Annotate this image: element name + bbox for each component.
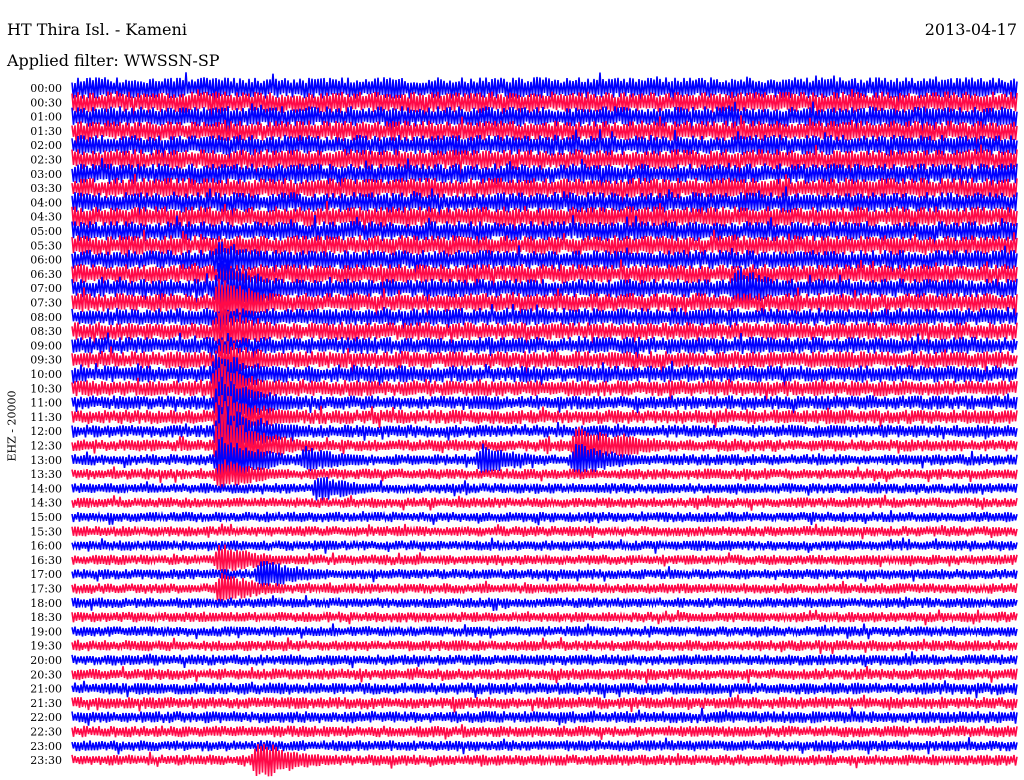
row-time-label: 20:30	[30, 668, 62, 681]
row-time-label: 21:00	[30, 683, 62, 696]
row-time-label: 11:30	[30, 411, 62, 424]
row-time-label: 23:00	[30, 740, 62, 753]
row-time-label: 14:00	[30, 482, 62, 495]
row-time-label: 00:30	[30, 96, 62, 109]
row-time-label: 16:00	[30, 540, 62, 553]
row-time-label: 17:00	[30, 568, 62, 581]
trace-line	[71, 494, 1018, 511]
row-time-label: 06:00	[30, 254, 62, 267]
row-time-label: 00:00	[30, 82, 62, 95]
row-time-label: 04:00	[30, 196, 62, 209]
row-time-label: 08:00	[30, 311, 62, 324]
trace-line	[71, 724, 1018, 740]
row-time-label: 13:30	[30, 468, 62, 481]
trace-line	[71, 609, 1018, 626]
trace-line	[71, 665, 1018, 684]
row-time-label: 12:30	[30, 440, 62, 453]
row-time-label: 16:30	[30, 554, 62, 567]
trace-line	[71, 510, 1018, 526]
row-time-label: 10:30	[30, 382, 62, 395]
trace-line	[71, 595, 1018, 611]
row-time-label: 03:30	[30, 182, 62, 195]
row-time-label: 03:00	[30, 168, 62, 181]
row-time-label: 15:30	[30, 525, 62, 538]
trace-line	[71, 623, 1018, 640]
row-time-label: 20:00	[30, 654, 62, 667]
row-time-label: 06:30	[30, 268, 62, 281]
row-time-label: 18:30	[30, 611, 62, 624]
trace-line	[71, 737, 1018, 755]
row-time-label: 07:30	[30, 297, 62, 310]
row-time-label: 13:00	[30, 454, 62, 467]
row-time-label: 10:00	[30, 368, 62, 381]
row-time-label: 04:30	[30, 211, 62, 224]
row-time-label: 07:00	[30, 282, 62, 295]
trace-line	[71, 537, 1018, 554]
helicorder-plot: 00:0000:30 01:0001:3002:00 02:3003:0003:30…	[30, 72, 1018, 777]
row-time-label: 19:30	[30, 640, 62, 653]
row-time-label: 05:30	[30, 239, 62, 252]
row-time-label: 09:00	[30, 339, 62, 352]
trace-line	[71, 523, 1018, 540]
row-time-label: 19:00	[30, 625, 62, 638]
row-time-label: 11:00	[30, 397, 62, 410]
row-time-label: 01:30	[30, 125, 62, 138]
row-time-label: 02:30	[30, 154, 62, 167]
row-time-label: 02:00	[30, 139, 62, 152]
trace-line	[71, 637, 1018, 655]
row-time-label: 17:30	[30, 583, 62, 596]
row-time-label: 18:00	[30, 597, 62, 610]
row-time-label: 08:30	[30, 325, 62, 338]
trace-line	[71, 707, 1018, 726]
row-time-label: 15:00	[30, 511, 62, 524]
row-time-label: 22:00	[30, 711, 62, 724]
row-time-label: 05:00	[30, 225, 62, 238]
row-time-label: 21:30	[30, 697, 62, 710]
row-time-label: 23:30	[30, 754, 62, 767]
trace-line	[71, 680, 1018, 699]
row-time-label: 22:30	[30, 726, 62, 739]
trace-line	[71, 694, 1018, 713]
row-time-label: 14:30	[30, 497, 62, 510]
row-time-label: 09:30	[30, 354, 62, 367]
trace-line	[71, 651, 1018, 669]
row-time-label: 01:00	[30, 111, 62, 124]
row-time-label: 12:00	[30, 425, 62, 438]
